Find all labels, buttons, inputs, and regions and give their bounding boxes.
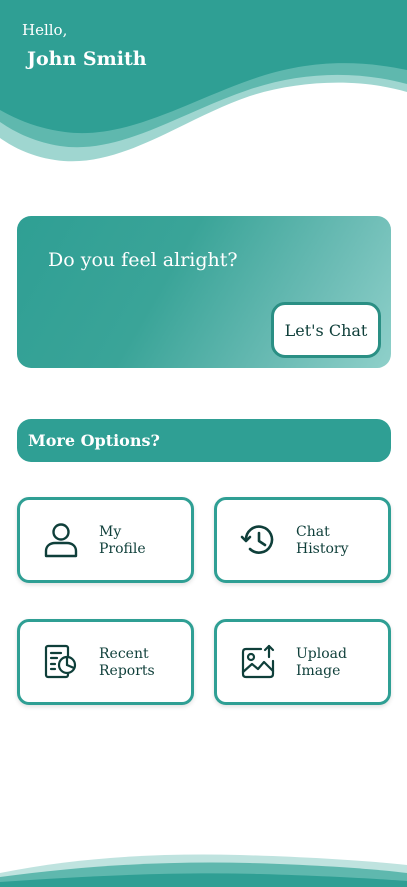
chat-history-label-line1: Chat xyxy=(296,524,330,540)
my-profile-label-line2: Profile xyxy=(99,541,146,557)
chat-history-label: Chat History xyxy=(296,524,386,558)
upload-image-icon xyxy=(241,644,275,679)
recent-reports-label-line1: Recent xyxy=(99,646,149,662)
user-name: John Smith xyxy=(27,48,147,70)
my-profile-label-line1: My xyxy=(99,524,122,540)
my-profile-button[interactable]: My Profile xyxy=(17,497,194,583)
chat-history-button[interactable]: Chat History xyxy=(214,497,391,583)
more-options-header: More Options? xyxy=(17,419,391,462)
my-profile-label: My Profile xyxy=(99,524,189,558)
user-icon xyxy=(44,523,78,558)
lets-chat-button[interactable]: Let's Chat xyxy=(271,302,381,358)
chat-question-text: Do you feel alright? xyxy=(48,249,238,271)
greeting-text: Hello, xyxy=(22,21,68,39)
recent-reports-label: Recent Reports xyxy=(99,646,189,680)
footer-wave-decoration xyxy=(0,854,407,887)
upload-image-label: Upload Image xyxy=(296,646,386,680)
history-icon xyxy=(240,525,274,554)
report-icon xyxy=(44,644,77,679)
chat-history-label-line2: History xyxy=(296,541,349,557)
upload-image-label-line2: Image xyxy=(296,663,341,679)
recent-reports-label-line2: Reports xyxy=(99,663,155,679)
home-screen: Hello, John Smith Do you feel alright? L… xyxy=(0,0,407,887)
recent-reports-button[interactable]: Recent Reports xyxy=(17,619,194,705)
more-options-title: More Options? xyxy=(28,431,160,450)
upload-image-label-line1: Upload xyxy=(296,646,347,662)
chat-prompt-card: Do you feel alright? Let's Chat xyxy=(17,216,391,368)
upload-image-button[interactable]: Upload Image xyxy=(214,619,391,705)
